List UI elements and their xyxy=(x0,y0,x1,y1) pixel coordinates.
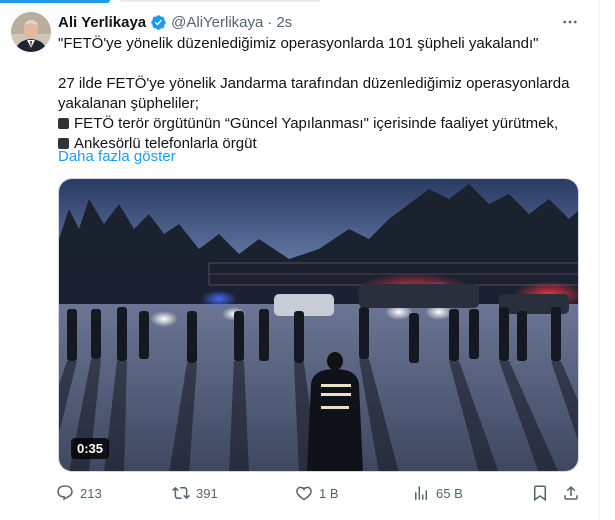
views-icon xyxy=(415,486,427,500)
verified-badge-icon xyxy=(150,14,167,31)
share-icon xyxy=(564,485,578,500)
repost-button[interactable]: 391 xyxy=(172,482,218,504)
like-button[interactable]: 1 B xyxy=(295,482,339,504)
share-button[interactable] xyxy=(562,482,580,504)
video-player[interactable]: 0:35 xyxy=(58,178,579,472)
bullet-item: FETÖ terör örgütünün “Güncel Yapılanması… xyxy=(58,114,578,134)
tweet-line: yakalanan şüpheliler; xyxy=(58,95,199,112)
repost-icon xyxy=(172,486,190,500)
views-button[interactable]: 65 B xyxy=(412,482,463,504)
reply-count: 213 xyxy=(80,485,102,501)
video-thumbnail xyxy=(59,179,578,471)
bookmark-icon xyxy=(534,485,546,502)
tweet-header: Ali Yerlikaya @AliYerlikaya · 2s xyxy=(58,12,292,32)
author-name[interactable]: Ali Yerlikaya xyxy=(58,14,146,31)
more-icon[interactable] xyxy=(558,12,582,32)
tweet-line: 27 ilde FETÖ'ye yönelik Jandarma tarafın… xyxy=(58,75,570,92)
separator-dot: · xyxy=(267,13,273,31)
author-handle[interactable]: @AliYerlikaya xyxy=(171,14,263,31)
bullet-square-icon xyxy=(58,118,69,129)
action-bar: 213 391 1 B 65 B xyxy=(56,482,586,504)
like-icon xyxy=(296,486,312,501)
show-more-link[interactable]: Daha fazla göster xyxy=(58,148,176,165)
reply-icon xyxy=(57,485,73,501)
bookmark-button[interactable] xyxy=(531,482,549,504)
tweet-text: "FETÖ'ye yönelik düzenlediğimiz operasyo… xyxy=(58,34,578,154)
bullet-text: FETÖ terör örgütünün “Güncel Yapılanması… xyxy=(74,115,559,132)
views-count: 65 B xyxy=(436,485,463,501)
avatar[interactable] xyxy=(11,12,51,52)
reply-button[interactable]: 213 xyxy=(56,482,102,504)
repost-count: 391 xyxy=(196,485,218,501)
like-count: 1 B xyxy=(319,485,339,501)
tweet-headline: "FETÖ'ye yönelik düzenlediğimiz operasyo… xyxy=(58,35,539,52)
video-duration: 0:35 xyxy=(71,438,110,459)
timestamp[interactable]: 2s xyxy=(276,14,292,31)
tweet[interactable]: Ali Yerlikaya @AliYerlikaya · 2s "FETÖ'y… xyxy=(0,0,600,520)
